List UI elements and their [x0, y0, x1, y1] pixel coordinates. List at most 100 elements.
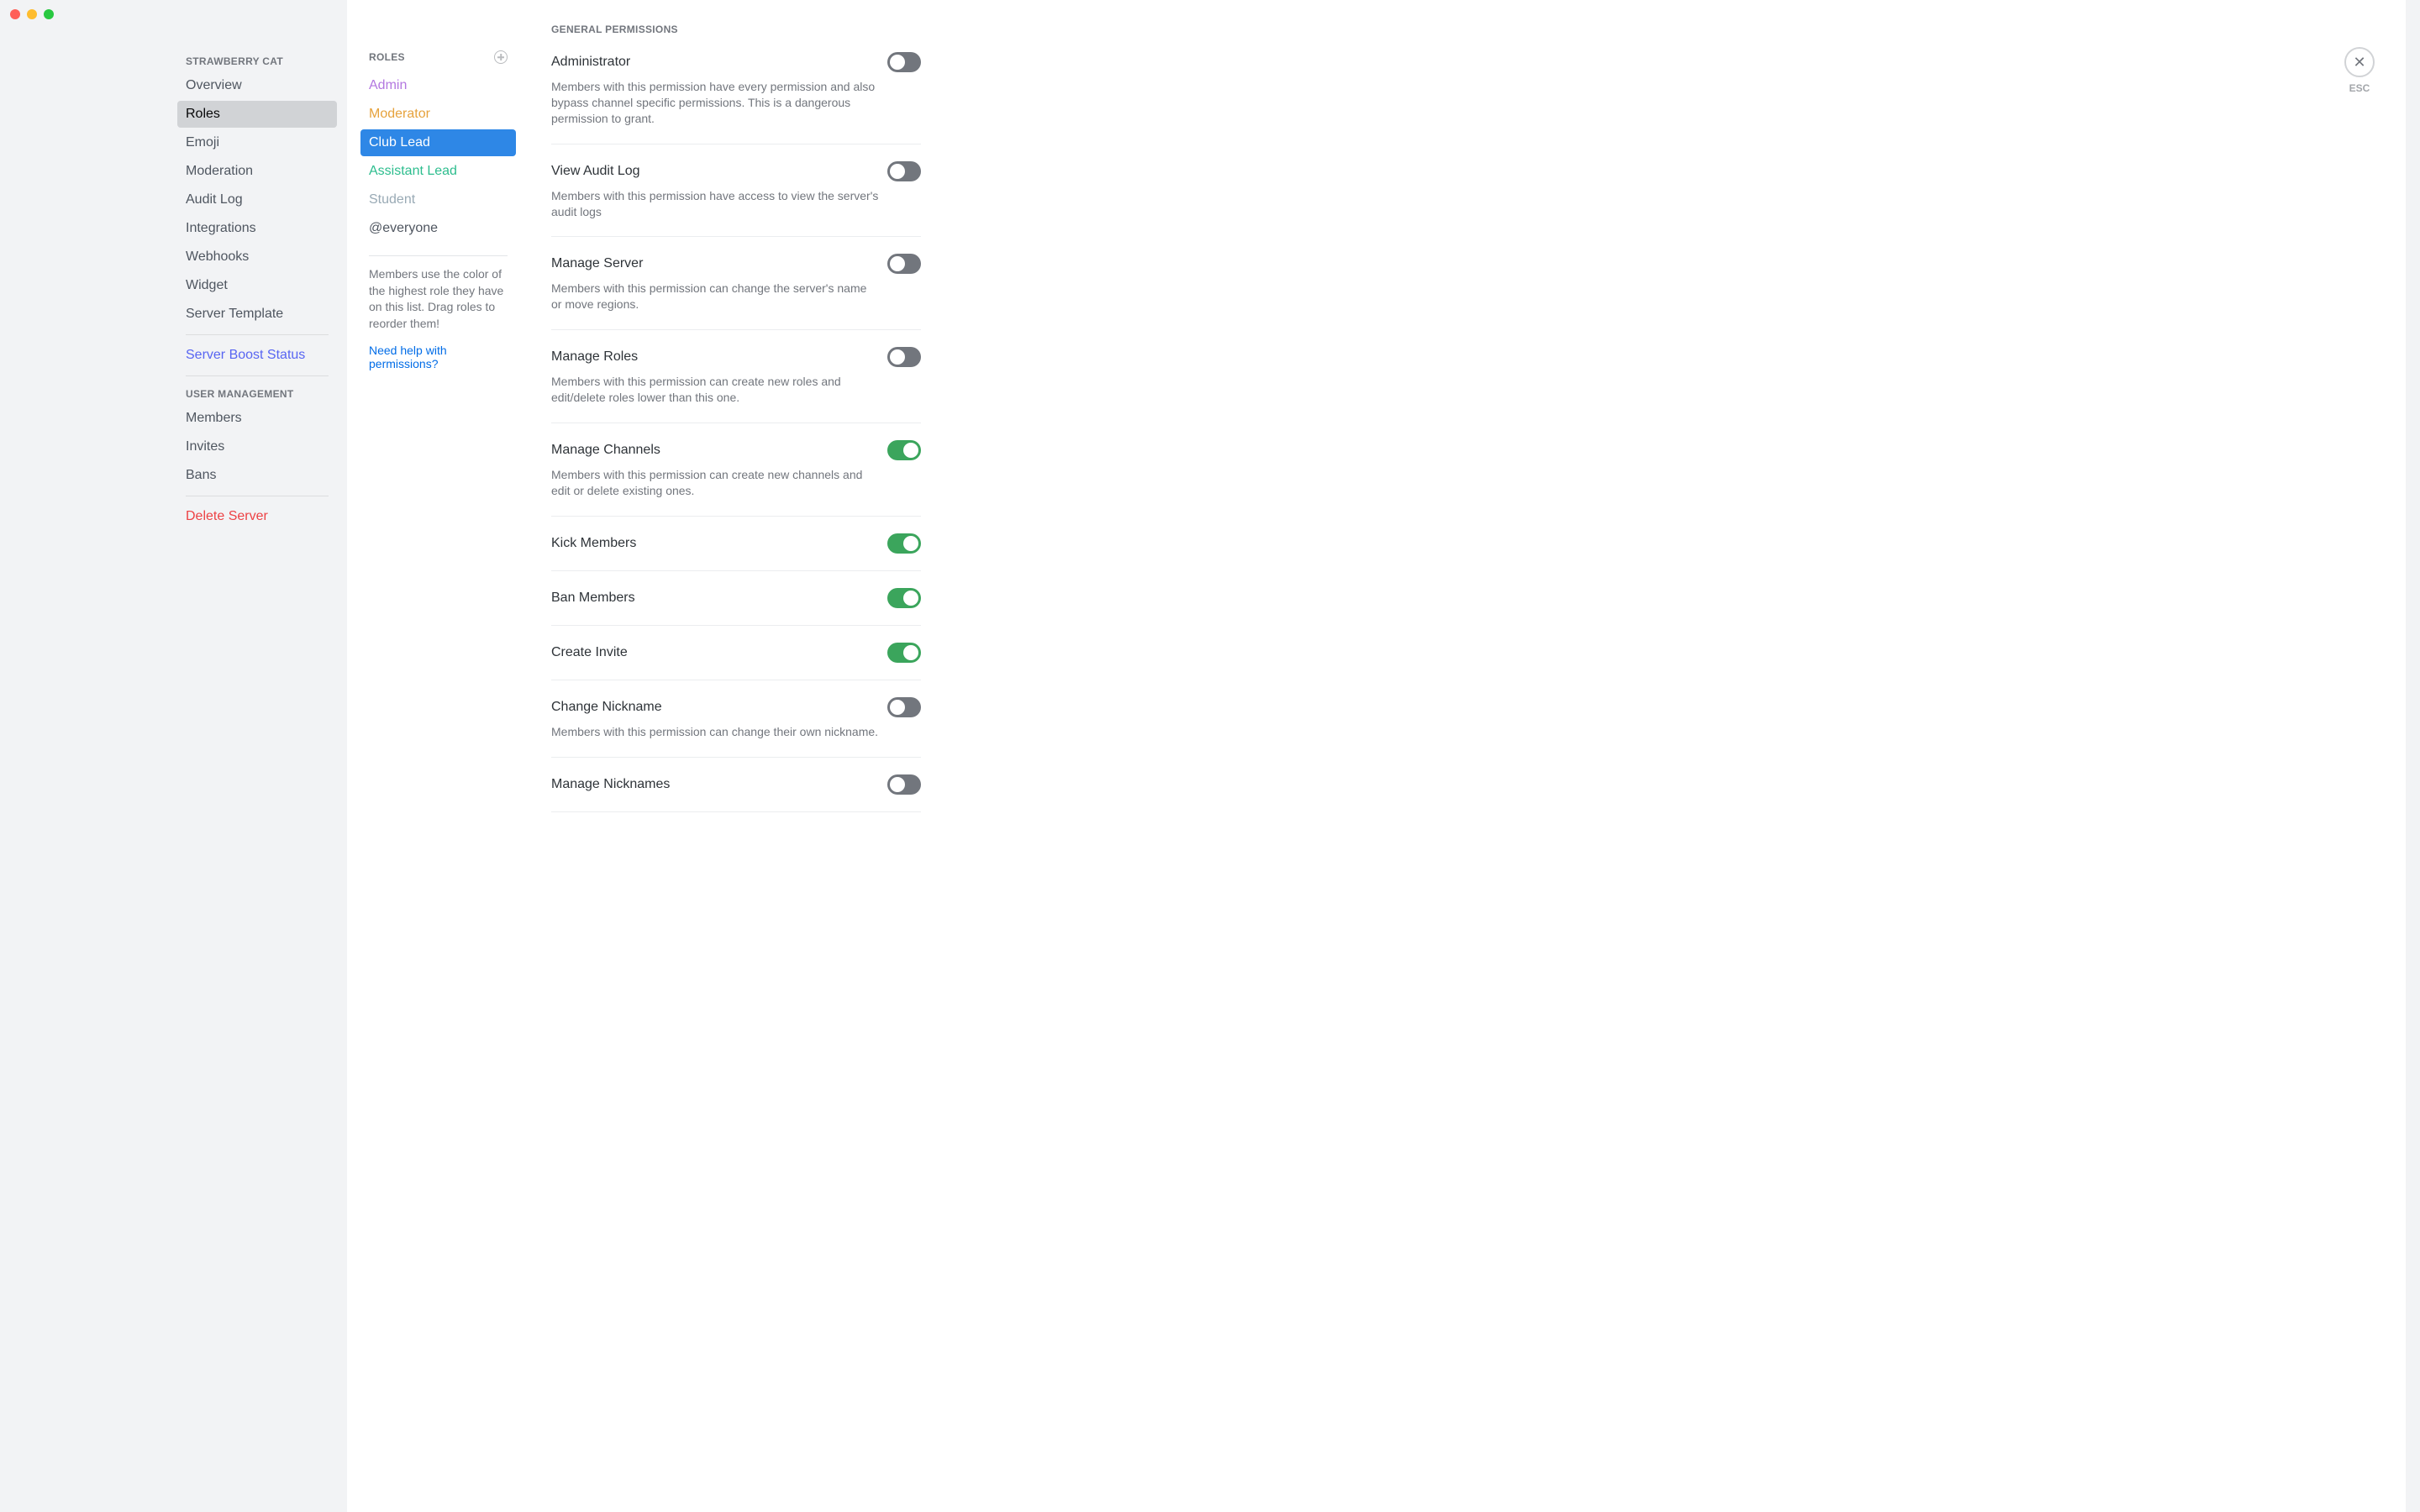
permission-row: Manage Channels: [551, 440, 921, 460]
permission-row: Manage Roles: [551, 347, 921, 367]
scrollbar-gutter: [2406, 0, 2420, 1512]
role-item[interactable]: Assistant Lead: [360, 158, 516, 185]
role-label: Assistant Lead: [369, 164, 457, 178]
permission-toggle[interactable]: [887, 347, 921, 367]
permission-row: Kick Members: [551, 533, 921, 554]
permission-item: AdministratorMembers with this permissio…: [551, 52, 921, 144]
permission-name: Change Nickname: [551, 700, 662, 715]
permission-item: Kick Members: [551, 517, 921, 571]
sidebar-item-label: Emoji: [186, 135, 219, 150]
sidebar-divider: [186, 375, 329, 376]
sidebar-item-integrations[interactable]: Integrations: [177, 215, 337, 242]
permission-item: View Audit Log Members with this permissi…: [551, 144, 921, 238]
sidebar-item-overview[interactable]: Overview: [177, 72, 337, 99]
sidebar-item-label: Webhooks: [186, 249, 249, 264]
permission-name: Manage Roles: [551, 349, 638, 365]
sidebar-item-moderation[interactable]: Moderation: [177, 158, 337, 185]
permission-name: Administrator: [551, 55, 630, 70]
roles-list: Admin Moderator Club Lead Assistant Lead Stu…: [360, 72, 516, 242]
close-settings-button[interactable]: ✕: [2344, 47, 2375, 77]
sidebar-item-label: Bans: [186, 468, 216, 482]
sidebar-item-bans[interactable]: Bans: [177, 462, 337, 489]
sidebar-item-label: Server Template: [186, 307, 283, 321]
permission-toggle[interactable]: [887, 697, 921, 717]
role-label: Club Lead: [369, 135, 430, 150]
role-item[interactable]: Student: [360, 186, 516, 213]
permission-toggle[interactable]: [887, 254, 921, 274]
sidebar-item-label: Invites: [186, 439, 224, 454]
permission-name: Ban Members: [551, 591, 635, 606]
permission-item: Manage Channels Members with this permiss…: [551, 423, 921, 517]
sidebar-item-label: Audit Log: [186, 192, 243, 207]
sidebar-item-invites[interactable]: Invites: [177, 433, 337, 460]
role-label: Admin: [369, 78, 407, 92]
sidebar-item-webhooks[interactable]: Webhooks: [177, 244, 337, 270]
user-management-heading: USER MANAGEMENT: [177, 383, 337, 405]
sidebar-item-label: Delete Server: [186, 509, 268, 523]
roles-hint-text: Members use the color of the highest rol…: [360, 266, 516, 332]
settings-window: STRAWBERRY CAT Overview Roles Emoji Mode…: [0, 0, 2420, 1512]
permission-row: Create Invite: [551, 643, 921, 663]
permission-row: Ban Members: [551, 588, 921, 608]
permission-toggle[interactable]: [887, 643, 921, 663]
permission-name: Create Invite: [551, 645, 628, 660]
permission-row: View Audit Log: [551, 161, 921, 181]
window-close-button[interactable]: [10, 9, 20, 19]
permission-description: Members with this permission can create …: [551, 467, 879, 499]
sidebar-item-boost-status[interactable]: Server Boost Status: [177, 342, 337, 369]
roles-header: ROLES: [360, 50, 516, 72]
sidebar-item-label: Widget: [186, 278, 228, 292]
permission-toggle[interactable]: [887, 52, 921, 72]
permission-description: Members with this permission can create …: [551, 374, 879, 406]
close-icon: ✕: [2353, 55, 2365, 70]
permission-name: View Audit Log: [551, 164, 640, 179]
permission-item: Create Invite: [551, 626, 921, 680]
sidebar-divider: [186, 334, 329, 335]
roles-divider: [369, 255, 508, 256]
sidebar-item-roles[interactable]: Roles: [177, 101, 337, 128]
permission-toggle[interactable]: [887, 774, 921, 795]
sidebar-item-label: Integrations: [186, 221, 256, 235]
permission-description: Members with this permission have access…: [551, 188, 879, 220]
permission-description: Members with this permission can change …: [551, 281, 879, 312]
sidebar-item-emoji[interactable]: Emoji: [177, 129, 337, 156]
sidebar-item-widget[interactable]: Widget: [177, 272, 337, 299]
sidebar-item-label: Overview: [186, 78, 242, 92]
permission-item: Manage Server Members with this permissio…: [551, 237, 921, 330]
permission-toggle[interactable]: [887, 161, 921, 181]
sidebar-item-audit-log[interactable]: Audit Log: [177, 186, 337, 213]
window-minimize-button[interactable]: [27, 9, 37, 19]
sidebar-item-label: Members: [186, 411, 242, 425]
permission-name: Kick Members: [551, 536, 636, 551]
roles-column: ROLES Admin Moderator Club Lead Assistant L…: [347, 0, 528, 1512]
add-role-icon[interactable]: [494, 50, 508, 64]
settings-sidebar: STRAWBERRY CAT Overview Roles Emoji Mode…: [0, 0, 347, 1512]
role-item[interactable]: Club Lead: [360, 129, 516, 156]
permission-item: Manage Roles Members with this permission…: [551, 330, 921, 423]
permission-item: Change Nickname Members with this permiss…: [551, 680, 921, 758]
permission-description: Members with this permission can change …: [551, 724, 879, 740]
permission-toggle[interactable]: [887, 588, 921, 608]
sidebar-item-label: Roles: [186, 107, 220, 121]
permission-toggle[interactable]: [887, 440, 921, 460]
permissions-help-link[interactable]: Need help with permissions?: [360, 332, 516, 370]
sidebar-item-label: Moderation: [186, 164, 253, 178]
role-item[interactable]: Moderator: [360, 101, 516, 128]
role-label: @everyone: [369, 221, 438, 235]
sidebar-item-members[interactable]: Members: [177, 405, 337, 432]
permissions-panel[interactable]: GENERAL PERMISSIONS Administrator Members…: [528, 0, 2313, 1512]
permission-row: Manage Server: [551, 254, 921, 274]
window-zoom-button[interactable]: [44, 9, 54, 19]
window-controls: [10, 9, 54, 19]
permission-item: Ban Members: [551, 571, 921, 626]
sidebar-item-server-template[interactable]: Server Template: [177, 301, 337, 328]
permission-row: Manage Nicknames: [551, 774, 921, 795]
sidebar-item-delete-server[interactable]: Delete Server: [177, 503, 337, 530]
permission-toggle[interactable]: [887, 533, 921, 554]
role-item[interactable]: @everyone: [360, 215, 516, 242]
server-name-heading: STRAWBERRY CAT: [177, 50, 337, 72]
permissions-list: Administrator Members with this permissio…: [551, 52, 921, 812]
role-item[interactable]: Admin: [360, 72, 516, 99]
permissions-section-title: GENERAL PERMISSIONS: [551, 24, 921, 35]
sidebar-item-label: Server Boost Status: [186, 348, 305, 362]
